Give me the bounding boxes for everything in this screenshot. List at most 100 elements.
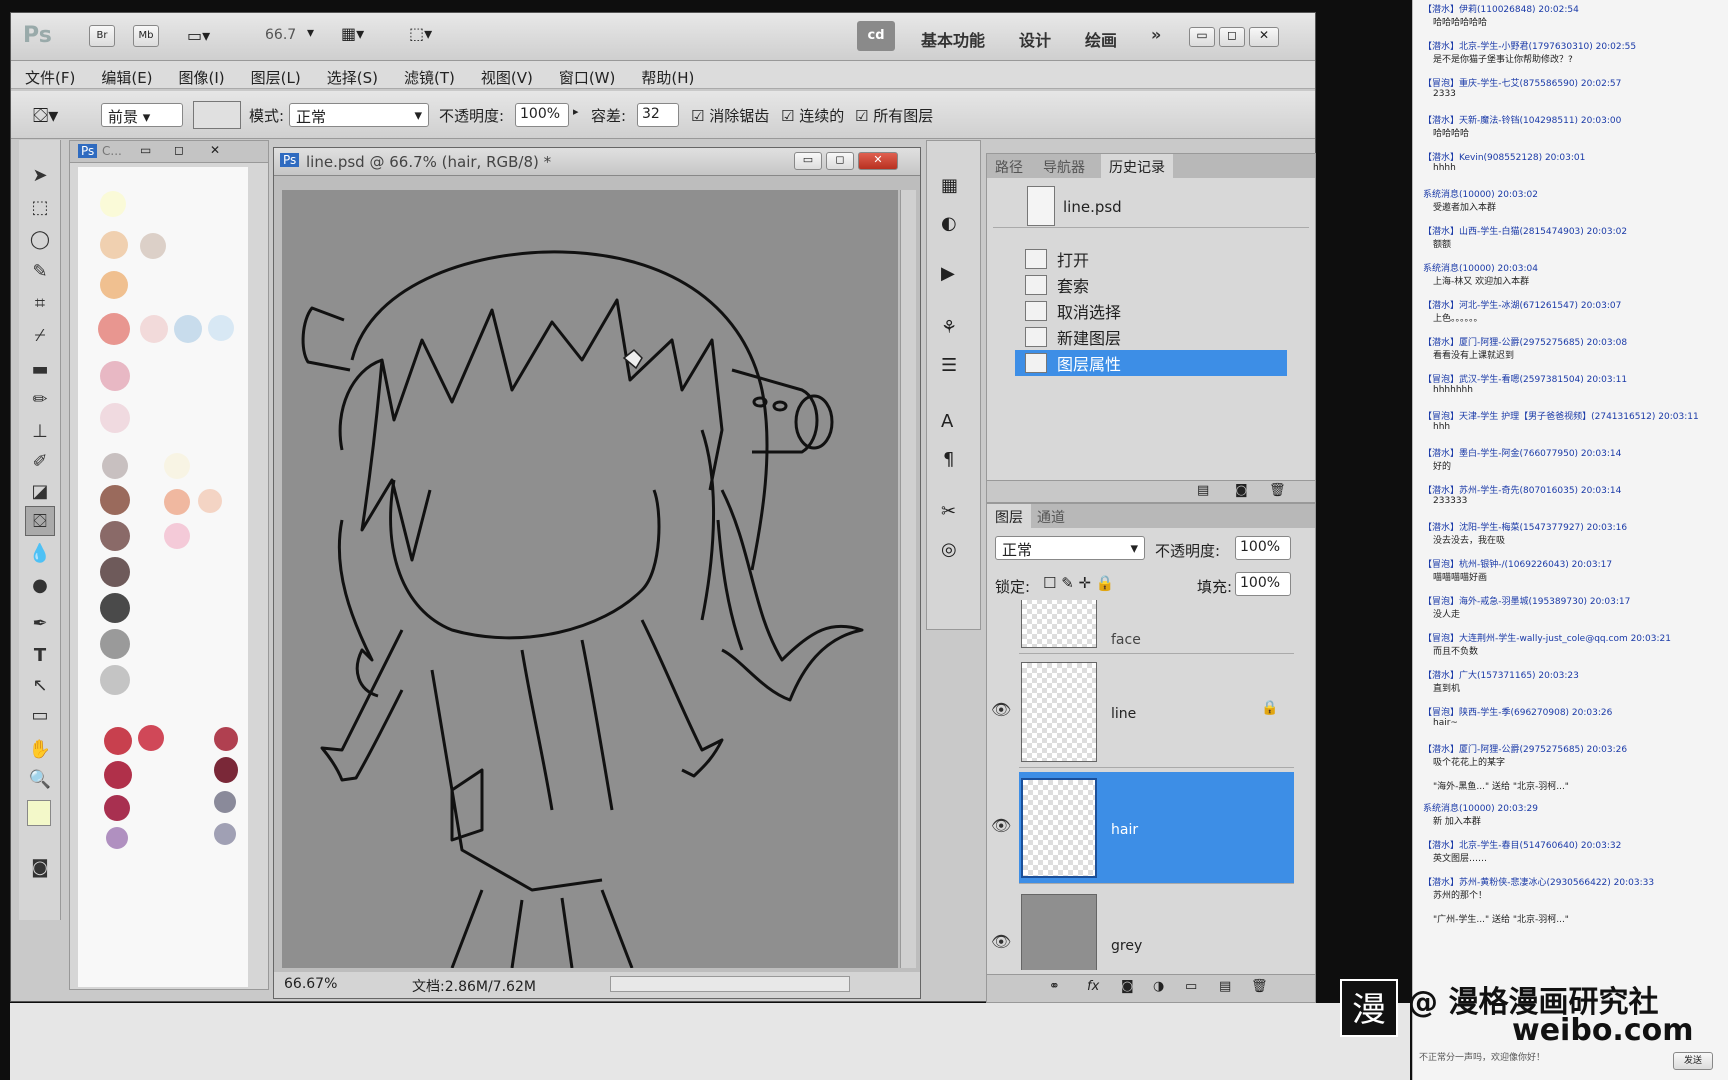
brush-tool-icon[interactable]: ✏: [25, 384, 55, 414]
doc-maximize-icon[interactable]: ◻: [826, 152, 854, 170]
layer-row[interactable]: 👁 line 🔒: [991, 656, 1294, 768]
tab-layers[interactable]: 图层: [987, 504, 1031, 528]
zoom-tool-icon[interactable]: 🔍: [25, 764, 55, 794]
blend-mode-select[interactable]: 正常 ▾: [995, 536, 1145, 560]
visibility-eye-icon[interactable]: 👁: [991, 700, 1011, 719]
swatch[interactable]: [214, 727, 238, 751]
menu-window[interactable]: 窗口(W): [545, 61, 628, 88]
swatch[interactable]: [100, 593, 130, 623]
eyedropper-tool-icon[interactable]: ⌿: [25, 320, 55, 350]
swatch[interactable]: [100, 557, 130, 587]
clone-source-icon[interactable]: ◎: [941, 539, 957, 560]
color-icon[interactable]: ◐: [941, 213, 957, 234]
swatch[interactable]: [100, 191, 126, 217]
swatch[interactable]: [104, 795, 130, 821]
swatch[interactable]: [164, 523, 190, 549]
document-canvas[interactable]: [282, 190, 898, 968]
layer-row[interactable]: 👁 grey: [991, 888, 1294, 970]
paint-bucket-tool-icon[interactable]: ⛋: [25, 506, 55, 536]
swatch[interactable]: [164, 453, 190, 479]
swatch[interactable]: [100, 521, 130, 551]
swatch[interactable]: [100, 629, 130, 659]
more-workspaces-icon[interactable]: »: [1151, 25, 1161, 44]
healing-brush-icon[interactable]: ▬: [25, 354, 55, 384]
doc-close-icon[interactable]: ✕: [858, 152, 898, 170]
adjustments-icon[interactable]: ☰: [941, 355, 957, 376]
swatch[interactable]: [104, 761, 132, 789]
arrange-documents-icon[interactable]: ▦▾: [341, 24, 364, 43]
opacity-input[interactable]: 100%: [515, 103, 569, 127]
workspace-essentials[interactable]: 基本功能: [921, 27, 985, 51]
paint-bucket-icon[interactable]: ⛋▾: [33, 103, 58, 127]
swatch-maximize-icon[interactable]: ◻: [174, 143, 184, 157]
new-document-from-state-icon[interactable]: ▤: [1197, 483, 1209, 498]
tab-navigator[interactable]: 导航器: [1043, 157, 1085, 177]
menu-select[interactable]: 选择(S): [313, 61, 390, 88]
swatch[interactable]: [208, 315, 234, 341]
screen-mode-icon[interactable]: ⬚▾: [409, 24, 432, 43]
history-snapshot[interactable]: line.psd: [993, 184, 1309, 228]
history-item[interactable]: 取消选择: [1015, 298, 1287, 324]
vertical-scrollbar[interactable]: [900, 190, 916, 968]
layer-style-icon[interactable]: fx: [1087, 979, 1099, 994]
workspace-painting[interactable]: 绘画: [1085, 27, 1117, 51]
swatch[interactable]: [102, 453, 128, 479]
swatch[interactable]: [198, 489, 222, 513]
tolerance-input[interactable]: 32: [637, 103, 679, 127]
menu-edit[interactable]: 编辑(E): [87, 61, 164, 88]
history-item[interactable]: 套索: [1015, 272, 1287, 298]
dodge-tool-icon[interactable]: ●: [25, 570, 55, 600]
doc-minimize-icon[interactable]: ▭: [794, 152, 822, 170]
layer-row[interactable]: face: [1019, 600, 1294, 654]
tool-presets-icon[interactable]: ✂: [941, 501, 956, 522]
history-item-selected[interactable]: 图层属性: [1015, 350, 1287, 376]
swatch[interactable]: [138, 725, 164, 751]
minimize-icon[interactable]: ▭: [1189, 27, 1215, 47]
delete-layer-icon[interactable]: 🗑: [1251, 979, 1268, 994]
tab-channels[interactable]: 通道: [1037, 507, 1065, 527]
foreground-color-swatch[interactable]: [27, 800, 51, 826]
swatch[interactable]: [214, 757, 238, 783]
zoom-percent[interactable]: 66.67%: [284, 976, 337, 992]
swatch[interactable]: [106, 827, 128, 849]
view-extras-icon[interactable]: ▭▾: [187, 26, 210, 45]
actions-icon[interactable]: ▶: [941, 263, 955, 284]
tab-history[interactable]: 历史记录: [1101, 154, 1173, 178]
paragraph-icon[interactable]: ¶: [943, 449, 954, 470]
layer-mask-icon[interactable]: ◙: [1121, 979, 1134, 994]
history-brush-icon[interactable]: ✐: [25, 446, 55, 476]
link-layers-icon[interactable]: ⚭: [1049, 979, 1060, 994]
swatch[interactable]: [100, 271, 128, 299]
swatch-minimize-icon[interactable]: ▭: [140, 143, 151, 157]
new-group-icon[interactable]: ▭: [1185, 979, 1197, 994]
history-item[interactable]: 新建图层: [1015, 324, 1287, 350]
swatch[interactable]: [140, 233, 166, 259]
contiguous-checkbox[interactable]: ☑ 连续的: [781, 105, 844, 126]
fill-input[interactable]: 100%: [1235, 572, 1291, 596]
adjustment-layer-icon[interactable]: ◑: [1153, 979, 1164, 994]
histogram-icon[interactable]: ▦: [941, 175, 958, 196]
mode-select[interactable]: 正常 ▾: [289, 103, 429, 127]
stamp-tool-icon[interactable]: ⊥: [25, 416, 55, 446]
eraser-tool-icon[interactable]: ◪: [25, 476, 55, 506]
swatch-canvas[interactable]: [78, 167, 248, 987]
mini-bridge-button[interactable]: Mb: [133, 25, 159, 47]
menu-help[interactable]: 帮助(H): [627, 61, 706, 88]
layer-row-selected[interactable]: 👁 hair: [991, 772, 1294, 884]
path-select-tool-icon[interactable]: ↖: [25, 670, 55, 700]
swatch[interactable]: [214, 823, 236, 845]
quick-mask-icon[interactable]: ◙: [25, 852, 55, 882]
menu-image[interactable]: 图像(I): [165, 61, 237, 88]
lasso-tool-icon[interactable]: ◯: [25, 224, 55, 254]
lock-icons[interactable]: ☐ ✎ ✛ 🔒: [1043, 574, 1115, 592]
pattern-picker[interactable]: [193, 101, 241, 129]
layer-opacity-input[interactable]: 100%: [1235, 536, 1291, 560]
visibility-eye-icon[interactable]: 👁: [991, 932, 1011, 951]
swatch[interactable]: [100, 403, 130, 433]
swatch[interactable]: [214, 791, 236, 813]
new-layer-icon[interactable]: ▤: [1219, 979, 1231, 994]
opacity-slider-icon[interactable]: ▸: [573, 105, 579, 118]
visibility-eye-icon[interactable]: 👁: [991, 816, 1011, 835]
all-layers-checkbox[interactable]: ☑ 所有图层: [855, 105, 933, 126]
swatch[interactable]: [104, 727, 132, 755]
